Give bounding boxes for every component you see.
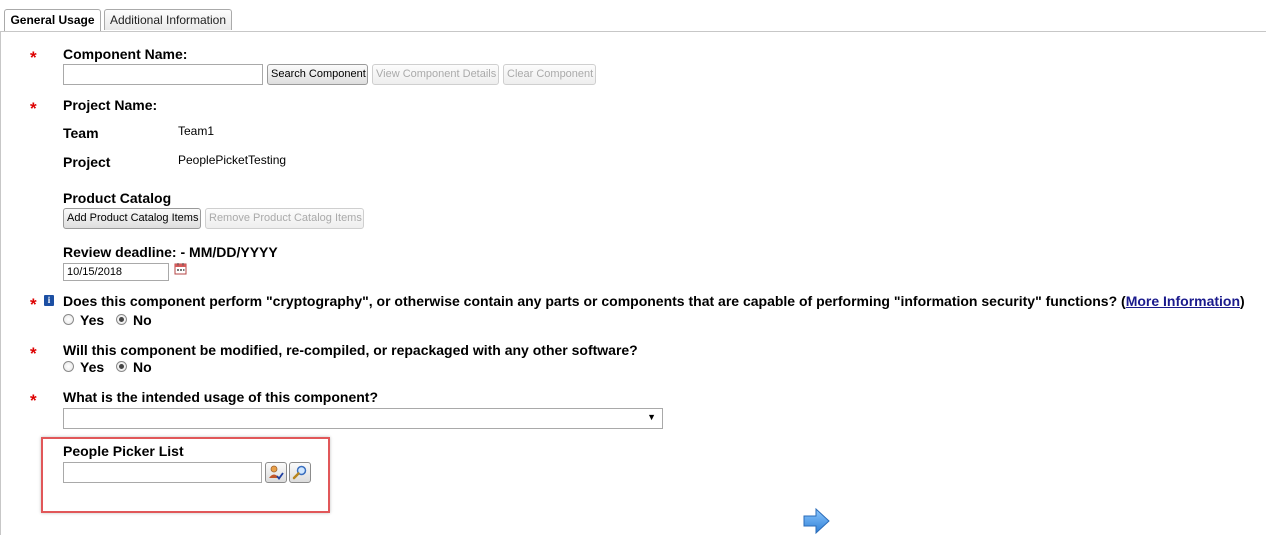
cryptography-question-text: Does this component perform "cryptograph… bbox=[63, 293, 1126, 309]
cryptography-question-close: ) bbox=[1240, 293, 1245, 309]
tab-general-usage[interactable]: General Usage bbox=[4, 9, 101, 32]
people-picker-label: People Picker List bbox=[63, 443, 184, 459]
search-component-button[interactable]: Search Component bbox=[267, 64, 368, 85]
project-label: Project bbox=[63, 154, 111, 170]
modified-question: Will this component be modified, re-comp… bbox=[63, 342, 638, 358]
clear-component-button[interactable]: Clear Component bbox=[503, 64, 596, 85]
magnifier-icon bbox=[292, 465, 307, 480]
required-marker: * bbox=[30, 295, 37, 314]
modified-no-label: No bbox=[133, 359, 152, 375]
required-marker: * bbox=[30, 48, 37, 67]
tab-additional-information[interactable]: Additional Information bbox=[104, 9, 232, 30]
review-deadline-input[interactable] bbox=[63, 263, 169, 281]
required-marker: * bbox=[30, 99, 37, 118]
intended-usage-question: What is the intended usage of this compo… bbox=[63, 389, 379, 405]
add-product-catalog-items-button[interactable]: Add Product Catalog Items bbox=[63, 208, 201, 229]
crypto-yes-radio[interactable] bbox=[63, 314, 74, 325]
product-catalog-label: Product Catalog bbox=[63, 190, 172, 206]
people-picker-input[interactable] bbox=[63, 462, 262, 483]
view-component-details-button[interactable]: View Component Details bbox=[372, 64, 499, 85]
chevron-down-icon: ▼ bbox=[647, 412, 656, 422]
required-marker: * bbox=[30, 391, 37, 410]
review-deadline-label: Review deadline: - MM/DD/YYYY bbox=[63, 244, 278, 260]
cryptography-question: Does this component perform "cryptograph… bbox=[63, 293, 1245, 309]
team-value: Team1 bbox=[178, 124, 215, 138]
next-arrow-icon[interactable] bbox=[802, 507, 830, 535]
modified-yes-radio[interactable] bbox=[63, 361, 74, 372]
more-information-link[interactable]: More Information bbox=[1126, 293, 1240, 309]
check-names-button[interactable] bbox=[265, 462, 287, 483]
required-marker: * bbox=[30, 344, 37, 363]
panel-border bbox=[0, 31, 1, 535]
component-name-input[interactable] bbox=[63, 64, 263, 85]
check-names-icon bbox=[269, 465, 284, 480]
team-label: Team bbox=[63, 125, 99, 141]
modified-yes-label: Yes bbox=[80, 359, 105, 375]
browse-people-button[interactable] bbox=[289, 462, 311, 483]
crypto-no-label: No bbox=[133, 312, 152, 328]
remove-product-catalog-items-button[interactable]: Remove Product Catalog Items bbox=[205, 208, 364, 229]
project-name-label: Project Name: bbox=[63, 97, 158, 113]
crypto-no-radio[interactable] bbox=[116, 314, 127, 325]
component-name-label: Component Name: bbox=[63, 46, 188, 62]
info-icon[interactable]: i bbox=[44, 295, 54, 306]
modified-no-radio[interactable] bbox=[116, 361, 127, 372]
calendar-icon[interactable] bbox=[174, 262, 187, 275]
project-value: PeoplePicketTesting bbox=[178, 153, 287, 167]
tab-divider bbox=[0, 31, 1266, 32]
intended-usage-select[interactable]: ▼ bbox=[63, 408, 663, 429]
crypto-yes-label: Yes bbox=[80, 312, 105, 328]
